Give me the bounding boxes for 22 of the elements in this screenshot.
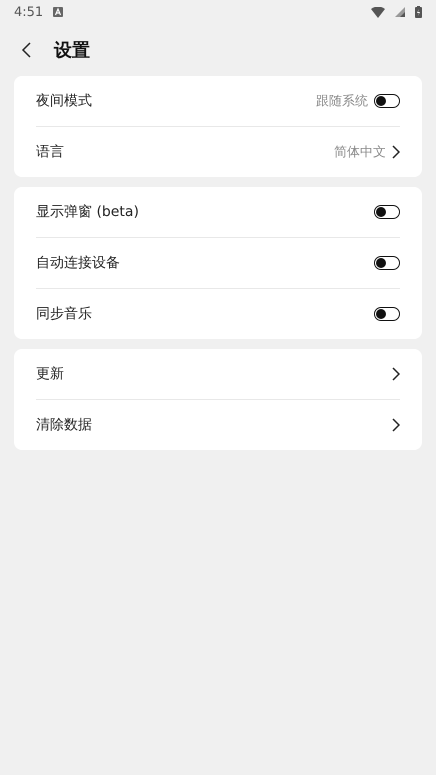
setting-label: 语言 [36, 143, 65, 161]
setting-label: 同步音乐 [36, 305, 93, 323]
toggle-switch[interactable] [374, 256, 400, 270]
clock: 4:51 [14, 4, 44, 20]
setting-label: 清除数据 [36, 416, 93, 434]
toggle-switch[interactable] [374, 307, 400, 321]
setting-label: 自动连接设备 [36, 254, 121, 272]
toggle-switch[interactable] [374, 94, 400, 108]
setting-value: 跟随系统 [316, 93, 368, 110]
wifi-icon [371, 6, 385, 18]
setting-label: 更新 [36, 365, 65, 383]
signal-icon [395, 7, 405, 17]
chevron-right-icon [392, 418, 400, 432]
setting-label: 夜间模式 [36, 92, 93, 110]
setting-label: 显示弹窗 (beta) [36, 203, 140, 221]
setting-value: 简体中文 [334, 144, 386, 161]
chevron-right-icon [392, 145, 400, 159]
page-title: 设置 [54, 39, 90, 62]
battery-icon [415, 6, 422, 18]
chevron-right-icon [392, 367, 400, 381]
notification-icon [53, 7, 64, 17]
toggle-switch[interactable] [374, 205, 400, 219]
